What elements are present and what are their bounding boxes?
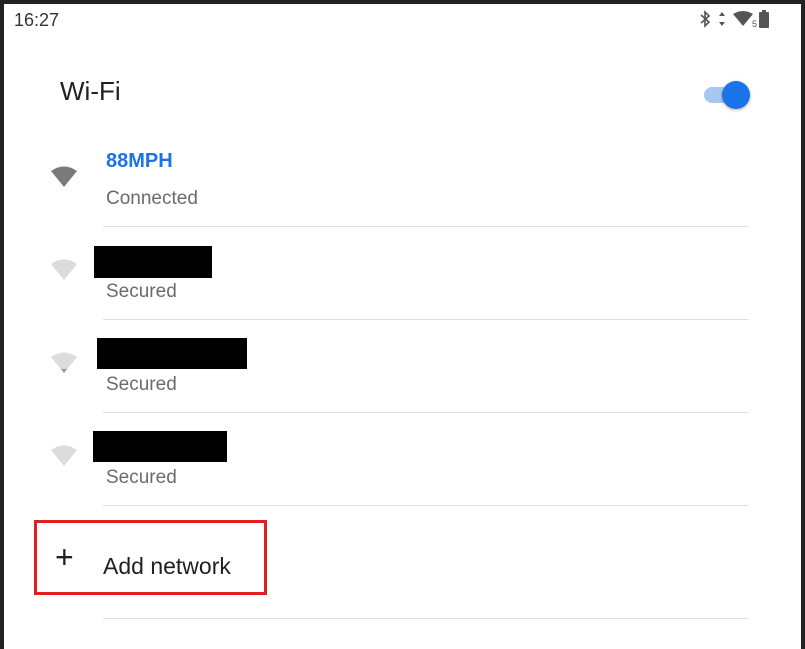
divider <box>103 505 749 506</box>
wifi-toggle[interactable] <box>702 78 750 112</box>
divider <box>103 618 749 619</box>
bluetooth-icon <box>699 10 711 28</box>
data-arrows-icon <box>717 10 727 28</box>
status-clock: 16:27 <box>14 10 60 30</box>
wifi-signal-strong-icon <box>50 165 78 194</box>
page-title: Wi-Fi <box>60 76 121 106</box>
add-network-label: Add network <box>103 553 231 579</box>
redacted-network-name <box>94 246 212 278</box>
wifi-settings-screen: 16:27 5 Wi-Fi 88MPH Connected Secured Se… <box>4 4 801 649</box>
wifi-badge: 5 <box>751 19 757 29</box>
network-item[interactable]: Secured <box>4 231 801 324</box>
network-status: Secured <box>106 467 177 488</box>
status-bar: 16:27 5 <box>4 4 801 38</box>
wifi-signal-weak-icon <box>50 258 78 287</box>
wifi-signal-icon: 5 <box>733 11 757 29</box>
network-status: Secured <box>106 374 177 395</box>
wifi-signal-weak-icon <box>50 444 78 473</box>
plus-icon: + <box>55 539 74 575</box>
status-icons: 5 <box>699 10 769 29</box>
network-status: Connected <box>106 188 198 209</box>
network-item[interactable]: Secured <box>4 324 801 417</box>
network-item[interactable]: 88MPH Connected <box>4 138 801 231</box>
redacted-network-name <box>97 338 247 369</box>
add-network-button[interactable]: + Add network <box>34 520 267 595</box>
divider <box>103 412 749 413</box>
battery-icon <box>759 10 769 28</box>
network-name: 88MPH <box>106 150 173 172</box>
network-status: Secured <box>106 281 177 302</box>
toggle-thumb <box>722 81 750 109</box>
divider <box>103 226 749 227</box>
network-item[interactable]: Secured <box>4 417 801 510</box>
wifi-signal-weak-icon <box>50 351 78 380</box>
redacted-network-name <box>93 431 227 462</box>
divider <box>103 319 749 320</box>
